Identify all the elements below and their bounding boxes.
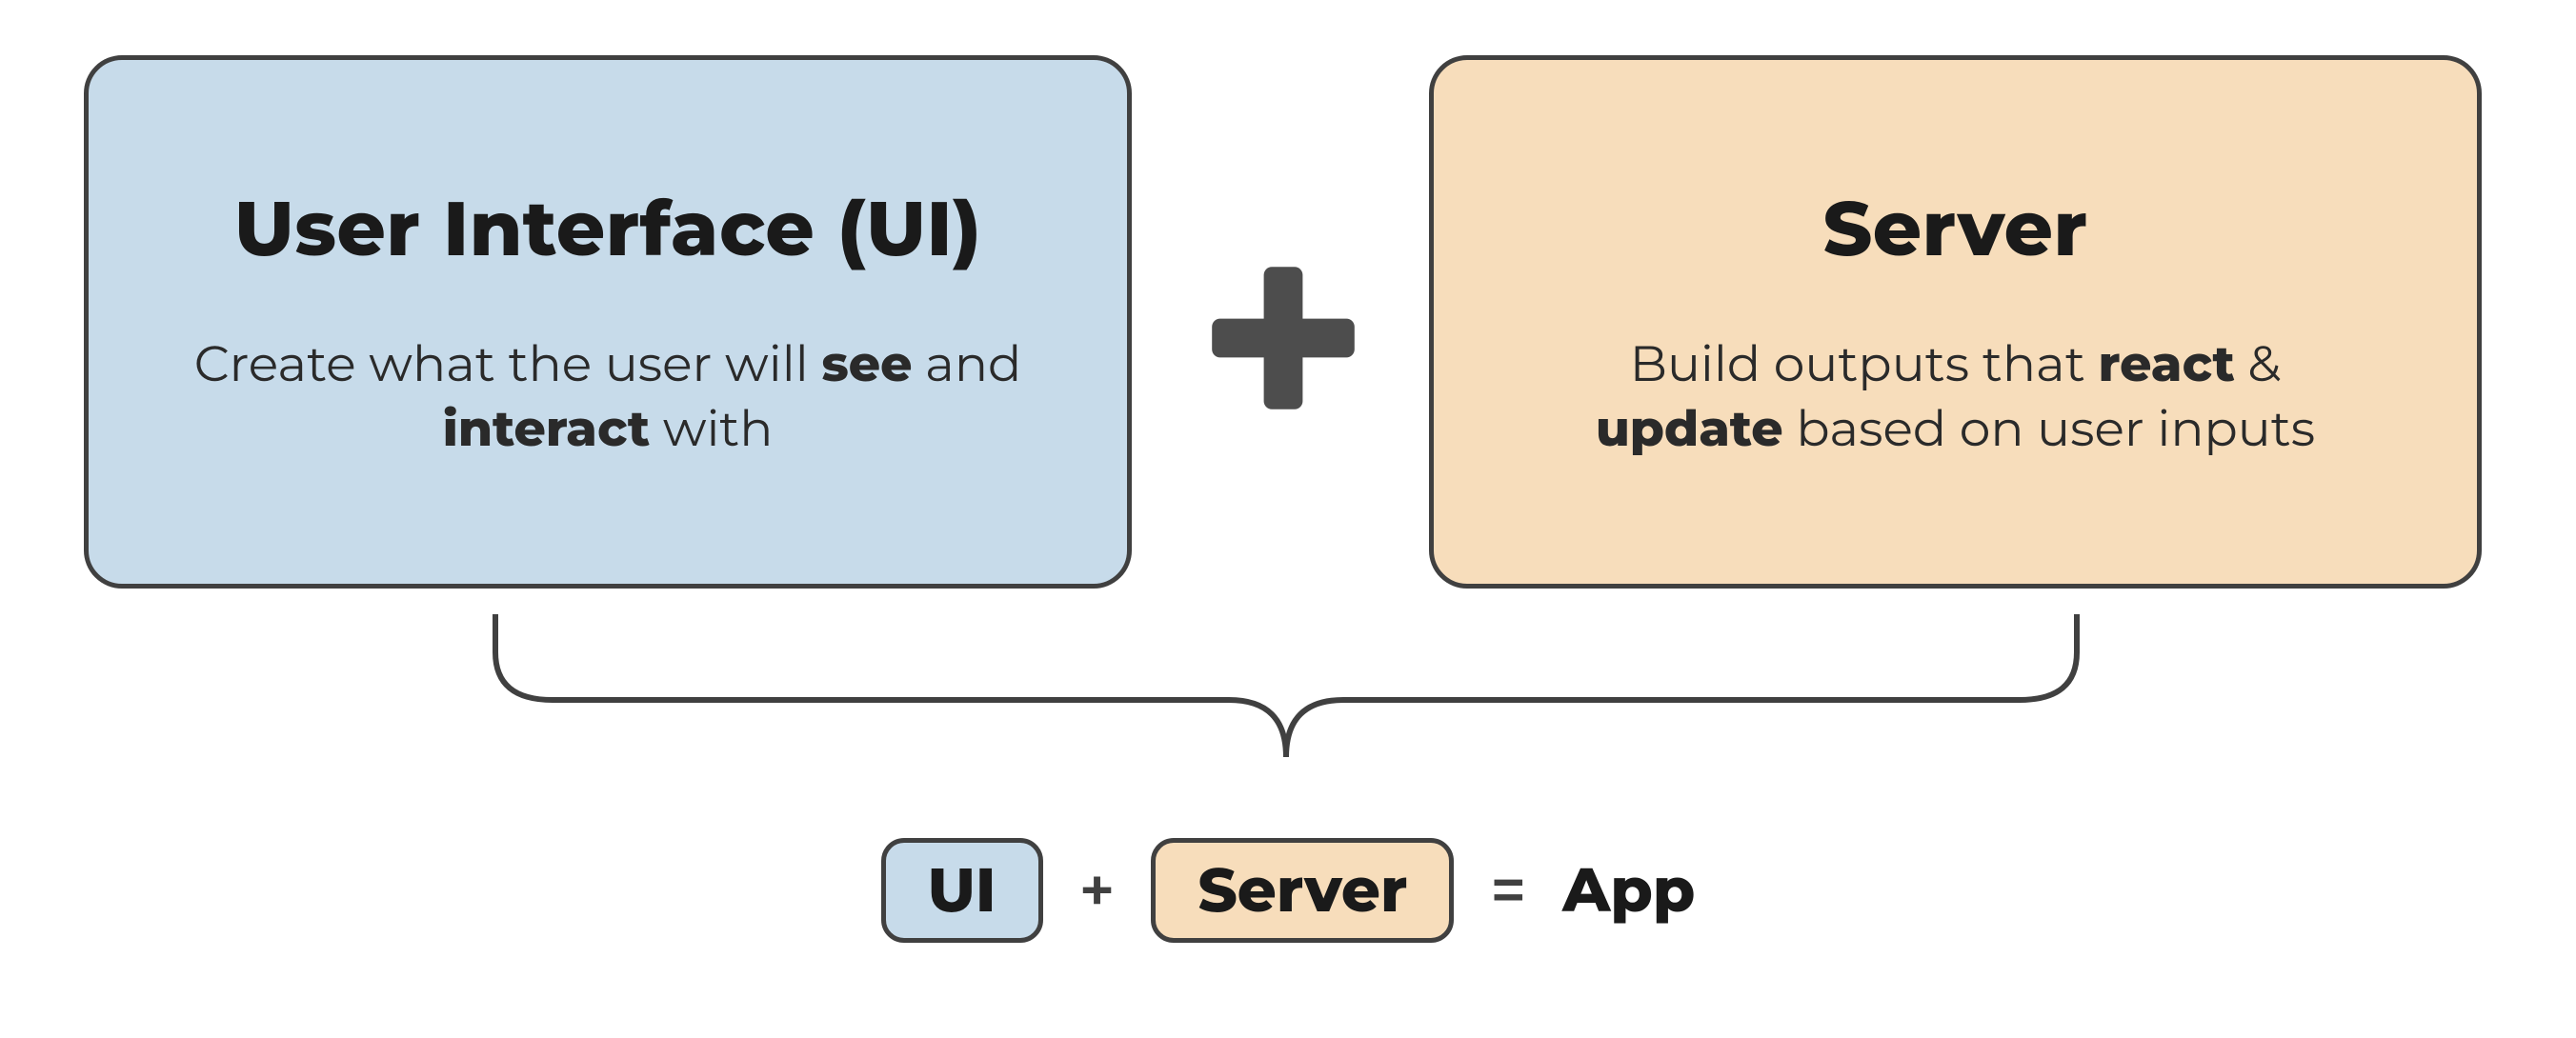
architecture-diagram: User Interface (UI) Create what the user… xyxy=(0,0,2576,1038)
ui-desc-text: with xyxy=(650,399,773,459)
ui-desc-bold-see: see xyxy=(821,334,912,394)
ui-box-title: User Interface (UI) xyxy=(234,183,981,275)
server-box: Server Build outputs that react & update… xyxy=(1429,55,2482,589)
curly-brace-connector xyxy=(476,614,2096,776)
server-box-description: Build outputs that react & update based … xyxy=(1538,332,2374,461)
server-desc-bold-react: react xyxy=(2098,334,2234,394)
equation-ui-pill: UI xyxy=(881,838,1043,943)
server-desc-text: Build outputs that xyxy=(1630,334,2099,394)
ui-desc-text: and xyxy=(913,334,1022,394)
plus-icon xyxy=(1202,257,1364,419)
equation-server-pill: Server xyxy=(1151,838,1454,943)
ui-desc-text: Create what the user will xyxy=(194,334,822,394)
server-desc-bold-update: update xyxy=(1596,399,1783,459)
server-desc-text: & xyxy=(2235,334,2281,394)
equation-equals-symbol: = xyxy=(1490,853,1526,928)
ui-box-description: Create what the user will see and intera… xyxy=(192,332,1024,461)
equation-plus-symbol: + xyxy=(1079,853,1116,928)
ui-desc-bold-interact: interact xyxy=(443,399,651,459)
ui-box: User Interface (UI) Create what the user… xyxy=(84,55,1132,589)
server-desc-text: based on user inputs xyxy=(1783,399,2315,459)
server-box-title: Server xyxy=(1823,183,2088,275)
equation-row: UI + Server = App xyxy=(0,838,2576,943)
equation-result: App xyxy=(1562,853,1695,928)
